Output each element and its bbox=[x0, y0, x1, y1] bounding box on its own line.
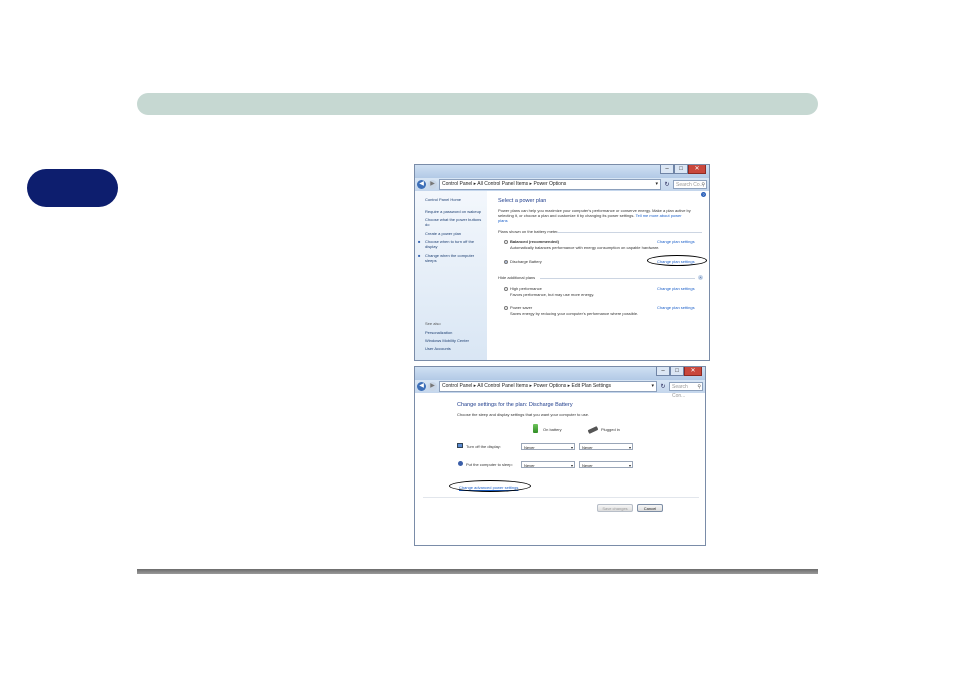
put-to-sleep-label: Put the computer to sleep: bbox=[466, 462, 513, 467]
radio-balanced[interactable] bbox=[504, 239, 508, 244]
plan-balanced[interactable]: Balanced (recommended) bbox=[504, 239, 559, 244]
turn-off-display-label: Turn off the display: bbox=[466, 444, 501, 449]
address-text: Control Panel ▸ All Control Panel Items … bbox=[442, 181, 567, 187]
address-row: ◀ ▶ Control Panel ▸ All Control Panel It… bbox=[415, 178, 709, 191]
minimize-button[interactable]: – bbox=[656, 367, 670, 376]
maximize-button[interactable]: □ bbox=[674, 165, 688, 174]
forward-icon[interactable]: ▶ bbox=[428, 180, 437, 189]
sidebar-item-display[interactable]: Choose when to turn off the display bbox=[418, 239, 485, 249]
refresh-icon[interactable]: ↻ bbox=[663, 181, 671, 188]
cancel-button[interactable]: Cancel bbox=[637, 504, 663, 512]
radio-power-saver[interactable] bbox=[504, 305, 508, 310]
page-title: Change settings for the plan: Discharge … bbox=[457, 402, 573, 408]
search-icon: ⚲ bbox=[697, 384, 701, 390]
back-icon[interactable]: ◀ bbox=[417, 180, 426, 189]
plugged-in-label: Plugged in bbox=[601, 427, 620, 432]
page-title: Select a power plan bbox=[498, 198, 547, 204]
display-plugged-in-select[interactable]: Never ▾ bbox=[579, 443, 633, 450]
tell-me-more-link-cont[interactable]: plans bbox=[498, 218, 508, 223]
save-changes-button[interactable]: Save changes bbox=[597, 504, 633, 512]
chevron-down-icon[interactable]: ▾ bbox=[655, 180, 658, 189]
plan-power-saver[interactable]: Power saver bbox=[504, 305, 532, 310]
search-input[interactable]: Search Con... ⚲ bbox=[669, 382, 703, 399]
chapter-tab bbox=[27, 169, 118, 207]
display-on-battery-select[interactable]: Never ▾ bbox=[521, 443, 575, 450]
intro-text-line2: selecting it, or choose a plan and custo… bbox=[498, 213, 682, 218]
plan-high-performance[interactable]: High performance bbox=[504, 286, 542, 291]
page-subheading: Choose the sleep and display settings th… bbox=[457, 412, 590, 417]
title-bar: – □ ✕ bbox=[415, 165, 709, 178]
address-bar[interactable]: Control Panel ▸ All Control Panel Items … bbox=[439, 179, 661, 190]
sleep-on-battery-select[interactable]: Never ▾ bbox=[521, 461, 575, 468]
chevron-down-icon: ▾ bbox=[570, 445, 573, 450]
sidebar-item-home[interactable]: Control Panel Home bbox=[425, 197, 485, 202]
chevron-down-icon: ▾ bbox=[570, 463, 573, 468]
sidebar-item-password[interactable]: Require a password on wakeup bbox=[425, 209, 485, 214]
sidebar-item-create-plan[interactable]: Create a power plan bbox=[425, 231, 485, 236]
plan-balanced-desc: Automatically balances performance with … bbox=[510, 245, 660, 250]
chevron-down-icon: ▾ bbox=[628, 463, 631, 468]
collapse-chevron-icon[interactable]: ˄ bbox=[698, 275, 703, 280]
forward-icon[interactable]: ▶ bbox=[428, 382, 437, 391]
on-battery-label: On battery bbox=[543, 427, 562, 432]
search-placeholder: Search Con... bbox=[672, 384, 688, 399]
main-content: Select a power plan Power plans can help… bbox=[495, 191, 707, 360]
search-input[interactable]: Search Co... ⚲ bbox=[673, 180, 707, 189]
change-plan-settings-balanced[interactable]: Change plan settings bbox=[657, 239, 695, 244]
battery-meter-label: Plans shown on the battery meter bbox=[498, 229, 558, 234]
address-row: ◀ ▶ Control Panel ▸ All Control Panel It… bbox=[415, 380, 705, 399]
highlight-ellipse bbox=[449, 480, 531, 492]
sidebar-item-sleep[interactable]: Change when the computer sleeps bbox=[418, 253, 485, 263]
minimize-button[interactable]: – bbox=[660, 165, 674, 174]
tell-me-more-link[interactable]: Tell me more about power bbox=[636, 213, 682, 218]
refresh-icon[interactable]: ↻ bbox=[659, 383, 667, 390]
change-plan-settings-high[interactable]: Change plan settings bbox=[657, 286, 695, 291]
close-button[interactable]: ✕ bbox=[684, 367, 702, 376]
sidebar: Control Panel Home Require a password on… bbox=[415, 191, 487, 360]
sleep-plugged-in-select[interactable]: Never ▾ bbox=[579, 461, 633, 468]
highlight-ellipse bbox=[647, 255, 707, 266]
edit-plan-settings-window: – □ ✕ ◀ ▶ Control Panel ▸ All Control Pa… bbox=[414, 366, 706, 546]
page-header-bar bbox=[137, 93, 818, 115]
monitor-icon bbox=[457, 443, 463, 448]
divider bbox=[557, 232, 702, 233]
plan-power-saver-desc: Saves energy by reducing your computer's… bbox=[510, 311, 639, 316]
address-text: Control Panel ▸ All Control Panel Items … bbox=[442, 383, 611, 389]
footer-rule bbox=[137, 569, 818, 574]
address-bar[interactable]: Control Panel ▸ All Control Panel Items … bbox=[439, 381, 657, 392]
sidebar-link-user-accounts[interactable]: User Accounts bbox=[425, 346, 485, 351]
search-icon: ⚲ bbox=[701, 182, 705, 188]
sidebar-link-mobility-center[interactable]: Windows Mobility Center bbox=[425, 338, 485, 343]
chevron-down-icon: ▾ bbox=[628, 445, 631, 450]
divider bbox=[423, 497, 699, 498]
sidebar-link-personalization[interactable]: Personalization bbox=[425, 330, 485, 335]
chevron-down-icon[interactable]: ▾ bbox=[651, 382, 654, 391]
battery-icon bbox=[533, 424, 538, 433]
power-options-window: – □ ✕ ◀ ▶ Control Panel ▸ All Control Pa… bbox=[414, 164, 710, 361]
moon-icon bbox=[458, 461, 463, 466]
back-icon[interactable]: ◀ bbox=[417, 382, 426, 391]
plan-discharge-battery[interactable]: Discharge Battery bbox=[504, 259, 542, 264]
maximize-button[interactable]: □ bbox=[670, 367, 684, 376]
plug-icon bbox=[587, 426, 599, 434]
plan-high-performance-desc: Favors performance, but may use more ene… bbox=[510, 292, 595, 297]
radio-discharge-battery[interactable] bbox=[504, 259, 508, 264]
change-plan-settings-saver[interactable]: Change plan settings bbox=[657, 305, 695, 310]
hide-additional-plans-label: Hide additional plans bbox=[498, 275, 536, 280]
divider bbox=[540, 278, 695, 279]
close-button[interactable]: ✕ bbox=[688, 165, 706, 174]
title-bar: – □ ✕ bbox=[415, 367, 705, 380]
see-also-label: See also bbox=[425, 321, 441, 326]
sidebar-item-power-buttons[interactable]: Choose what the power buttons do bbox=[425, 217, 485, 227]
radio-high-performance[interactable] bbox=[504, 286, 508, 291]
search-placeholder: Search Co... bbox=[676, 182, 704, 188]
